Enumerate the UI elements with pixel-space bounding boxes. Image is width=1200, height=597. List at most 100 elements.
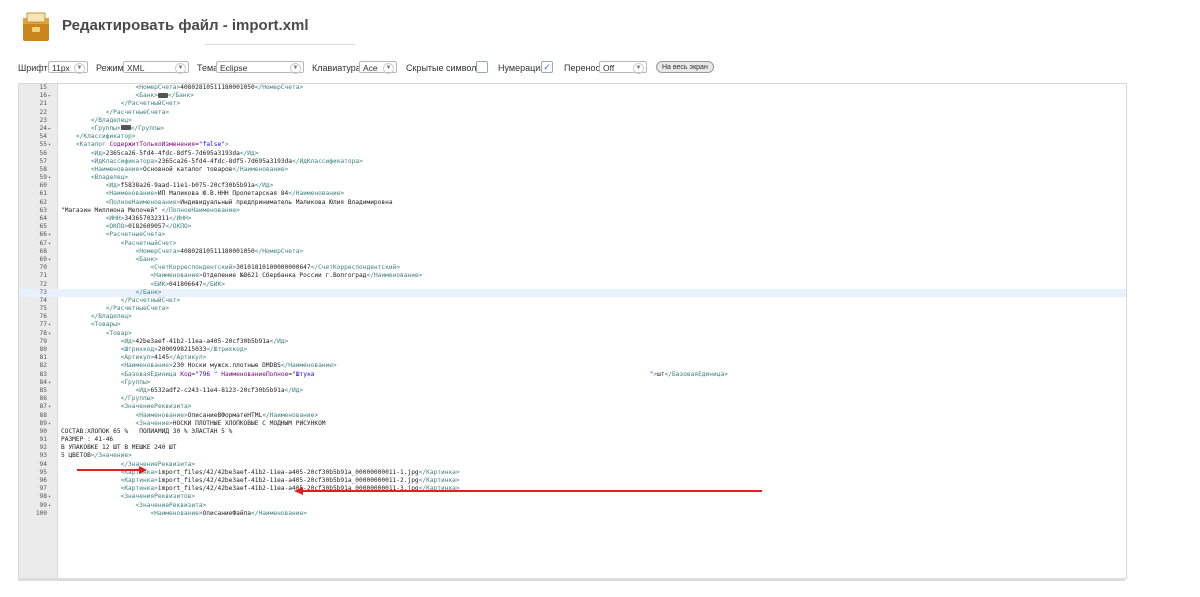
numbering-checkbox[interactable]: ✓	[541, 61, 553, 73]
line-number: 61	[39, 190, 47, 198]
code-text: <Наименование>ОписаниеФайла</Наименовани…	[150, 509, 307, 517]
fold-toggle-icon[interactable]: ▾	[48, 231, 56, 239]
line-number: 59	[39, 174, 47, 182]
line-number: 71	[39, 272, 47, 280]
code-line[interactable]: 86 </Группы>	[19, 395, 1126, 403]
folded-code-icon[interactable]	[120, 125, 131, 131]
code-line[interactable]: 88 <Наименование>ОписаниеВФорматеHTML</Н…	[19, 412, 1126, 420]
hidden-symbols-checkbox[interactable]	[476, 61, 488, 73]
fold-toggle-icon[interactable]: ▾	[48, 240, 56, 248]
code-line[interactable]: 100 <Наименование>ОписаниеФайла</Наимено…	[19, 510, 1126, 518]
code-text: <РасчетныйСчет>	[120, 239, 177, 247]
code-line[interactable]: 98 ▾ <ЗначенияРеквизитов>	[19, 493, 1126, 501]
code-line[interactable]: 64 <ИНН>343657032311</ИНН>	[19, 215, 1126, 223]
code-line[interactable]: 87 ▾ <ЗначениеРеквизита>	[19, 403, 1126, 411]
code-line[interactable]: 67 ▾ <РасчетныйСчет>	[19, 240, 1126, 248]
code-line[interactable]: 80 <Штрихкод>2000998215033</Штрихкод>	[19, 346, 1126, 354]
code-line[interactable]: 76 </Владелец>	[19, 313, 1126, 321]
horizontal-scrollbar[interactable]	[18, 578, 1125, 581]
line-number: 74	[39, 296, 47, 304]
code-line[interactable]: 15 <НомерСчета>40802810511180001050</Ном…	[19, 84, 1126, 92]
red-arrow-right-icon	[139, 466, 147, 474]
code-line[interactable]: 82 <Наименование>230 Носки мужск.плотные…	[19, 362, 1126, 370]
keyboard-select[interactable]: Ace ▼	[359, 61, 397, 74]
file-package-icon	[23, 12, 49, 41]
code-line[interactable]: 56 <Ид>2365ca26-5fd4-4fdc-8df5-7d695a319…	[19, 150, 1126, 158]
line-number: 58	[39, 165, 47, 173]
fold-toggle-icon[interactable]: ▾	[48, 379, 56, 387]
code-text: <Наименование>230 Носки мужск.плотные DM…	[120, 362, 337, 370]
code-line[interactable]: 90 СОСТАВ:ХЛОПОК 65 % ПОЛИАМИД 30 % ЭЛАСТ…	[19, 428, 1126, 436]
code-line[interactable]: 63 "Магазин Миллиона Мелочей" </ПолноеНаи…	[19, 207, 1126, 215]
line-number: 73	[39, 288, 47, 296]
code-line[interactable]: 85 <Ид>6532adf2-c243-11e4-8123-20cf30b5b…	[19, 387, 1126, 395]
code-text: <Наименование>Основной каталог товаров</…	[90, 165, 289, 173]
code-line[interactable]: 89 ▾ <Значение>НОСКИ ПЛОТНЫЕ ХЛОПКОВЫЕ С …	[19, 420, 1126, 428]
line-number: 97	[39, 485, 47, 493]
code-line[interactable]: 84 ▾ <Группы>	[19, 379, 1126, 387]
code-line[interactable]: 71 <Наименование>Отделение №8621 Сбербан…	[19, 272, 1126, 280]
font-size-select[interactable]: 11px ▼	[48, 61, 88, 74]
fold-toggle-icon[interactable]: ▾	[48, 420, 56, 428]
code-line[interactable]: 83 <БазоваяЕдиница Код="796 " Наименован…	[19, 371, 1126, 379]
fold-toggle-icon[interactable]: ▾	[48, 330, 56, 338]
code-line[interactable]: 92 В УПАКОВКЕ 12 ШТ В МЕШКЕ 240 ШТ	[19, 444, 1126, 452]
code-line[interactable]: 22 </РасчетныеСчета>	[19, 109, 1126, 117]
code-line[interactable]: 68 <НомерСчета>40802810511180001050</Ном…	[19, 248, 1126, 256]
code-line[interactable]: 23 </Владелец>	[19, 117, 1126, 125]
mode-select[interactable]: XML ▼	[123, 61, 189, 74]
code-line[interactable]: 75 </РасчетныеСчета>	[19, 305, 1126, 313]
code-lines: 15 <НомерСчета>40802810511180001050</Ном…	[19, 84, 1126, 518]
fold-toggle-icon[interactable]: ▸	[48, 92, 56, 100]
fold-toggle-icon[interactable]: ▾	[48, 321, 56, 329]
fold-toggle-icon[interactable]: ▾	[48, 502, 56, 510]
line-number: 85	[39, 386, 47, 394]
code-line[interactable]: 79 <Ид>42be3aef-41b2-11ea-a405-20cf30b5b…	[19, 338, 1126, 346]
code-line[interactable]: 21 </РасчетныйСчет>	[19, 100, 1126, 108]
page-header: Редактировать файл - import.xml	[18, 8, 618, 48]
code-line[interactable]: 24 ▸ <Группы> </Группы>	[19, 125, 1126, 133]
code-line[interactable]: 72 <БИК>041806647</БИК>	[19, 281, 1126, 289]
code-line[interactable]: 96 <Картинка>import_files/42/42be3aef-41…	[19, 477, 1126, 485]
code-line[interactable]: 77 ▾ <Товары>	[19, 321, 1126, 329]
code-line[interactable]: 78 ▾ <Товар>	[19, 330, 1126, 338]
code-line[interactable]: 73 </Банк>	[19, 288, 1126, 297]
code-line[interactable]: 58 <Наименование>Основной каталог товаро…	[19, 166, 1126, 174]
code-line[interactable]: 16 ▸ <Банк> </Банк>	[19, 92, 1126, 100]
red-arrow-left-icon	[294, 487, 303, 495]
theme-value: Eclipse	[220, 63, 248, 73]
fold-toggle-icon[interactable]: ▾	[48, 493, 56, 501]
code-line[interactable]: 62 <ПолноеНаименование>Индивидуальный пр…	[19, 199, 1126, 207]
code-line[interactable]: 91 РАЗМЕР : 41-46	[19, 436, 1126, 444]
code-line[interactable]: 99 ▾ <ЗначениеРеквизита>	[19, 502, 1126, 510]
fold-toggle-icon[interactable]: ▾	[48, 174, 56, 182]
code-line[interactable]: 94 </ЗначениеРеквизита>	[19, 461, 1126, 469]
fold-toggle-icon[interactable]: ▾	[48, 141, 56, 149]
wrap-select[interactable]: Off ▼	[599, 61, 647, 74]
code-editor[interactable]: 15 <НомерСчета>40802810511180001050</Ном…	[18, 83, 1127, 579]
code-line[interactable]: 65 <ОКПО>0182609057</ОКПО>	[19, 223, 1126, 231]
fold-toggle-icon[interactable]: ▾	[48, 256, 56, 264]
code-line[interactable]: 81 <Артикул>4145</Артикул>	[19, 354, 1126, 362]
fold-toggle-icon[interactable]: ▸	[48, 125, 56, 133]
code-line[interactable]: 95 <Картинка>import_files/42/42be3aef-41…	[19, 469, 1126, 477]
theme-select[interactable]: Eclipse ▼	[216, 61, 304, 74]
font-label: Шрифт	[18, 63, 48, 73]
code-line[interactable]: 59 ▾ <Владелец>	[19, 174, 1126, 182]
code-line[interactable]: 61 <Наименование>ИП Маликова Ю.В.ННН Про…	[19, 190, 1126, 198]
fold-toggle-icon[interactable]: ▾	[48, 403, 56, 411]
code-line[interactable]: 57 <ИдКлассификатора>2365ca26-5fd4-4fdc-…	[19, 158, 1126, 166]
code-text: <НомерСчета>40802810511180001050</НомерС…	[135, 84, 304, 91]
code-line[interactable]: 66 ▾ <РасчетныеСчета>	[19, 231, 1126, 239]
folded-code-icon[interactable]	[157, 92, 168, 98]
code-line[interactable]: 74 </РасчетныйСчет>	[19, 297, 1126, 305]
fullscreen-button[interactable]: На весь экран	[656, 61, 714, 73]
code-line[interactable]: 93 5 ЦВЕТОВ</Значение>	[19, 452, 1126, 460]
code-line[interactable]: 54 </Классификатор>	[19, 133, 1126, 141]
checkmark-icon: ✓	[543, 62, 551, 72]
code-line[interactable]: 60 <Ид>f5838a26-9aad-11e1-b075-20cf30b5b…	[19, 182, 1126, 190]
line-number: 100	[35, 509, 47, 517]
code-text: <Ид>6532adf2-c243-11e4-8123-20cf30b5b91a…	[135, 386, 304, 394]
code-line[interactable]: 69 ▾ <Банк>	[19, 256, 1126, 264]
code-line[interactable]: 55 ▾ <Каталог СодержитТолькоИзменения="fa…	[19, 141, 1126, 149]
